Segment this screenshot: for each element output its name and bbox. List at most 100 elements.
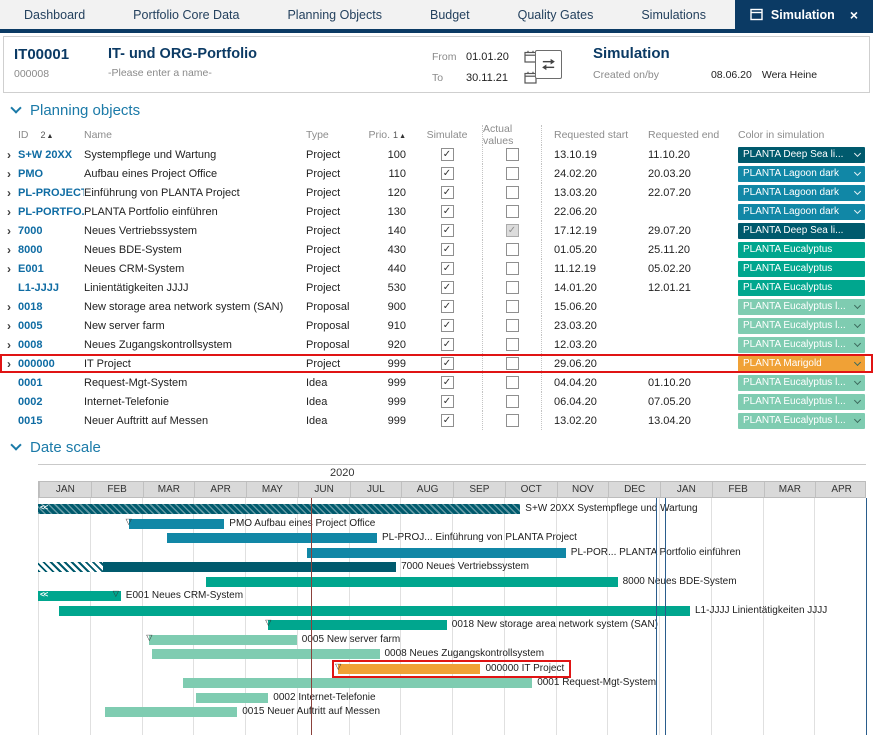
simulate-checkbox[interactable]: ✓ — [441, 319, 454, 332]
gantt-bar[interactable] — [196, 693, 269, 703]
color-in-simulation-dropdown[interactable]: PLANTA Eucalyptus l... — [738, 299, 865, 315]
simulate-checkbox[interactable]: ✓ — [441, 243, 454, 256]
actual-values-checkbox[interactable] — [506, 300, 519, 313]
col-header-actual-values[interactable]: Actual values — [482, 125, 542, 145]
tab-dashboard[interactable]: Dashboard — [0, 0, 109, 29]
gantt-bar[interactable] — [268, 620, 447, 630]
table-row[interactable]: L1-JJJJLinientätigkeiten JJJJProject530✓… — [0, 278, 873, 297]
gantt-bar[interactable] — [206, 577, 617, 587]
actual-values-checkbox[interactable] — [506, 414, 519, 427]
expand-arrow-icon[interactable]: › — [0, 167, 18, 181]
table-row[interactable]: 0015Neuer Auftritt auf MessenIdea999✓13.… — [0, 411, 873, 430]
col-header-type[interactable]: Type — [306, 129, 370, 141]
gantt-bar[interactable] — [103, 562, 396, 572]
tab-budget[interactable]: Budget — [406, 0, 494, 29]
actual-values-checkbox[interactable] — [506, 148, 519, 161]
actual-values-checkbox[interactable] — [506, 319, 519, 332]
close-icon[interactable]: × — [850, 7, 858, 23]
col-header-requested-start[interactable]: Requested start — [542, 129, 646, 141]
gantt-bar[interactable] — [152, 649, 380, 659]
simulate-checkbox[interactable]: ✓ — [441, 395, 454, 408]
refresh-button[interactable] — [535, 50, 562, 79]
color-in-simulation-dropdown[interactable]: PLANTA Lagoon dark — [738, 204, 865, 220]
table-row[interactable]: ›8000Neues BDE-SystemProject430✓01.05.20… — [0, 240, 873, 259]
color-in-simulation-dropdown[interactable]: PLANTA Eucalyptus — [738, 280, 865, 296]
table-row[interactable]: ›PL-PROJECTEinführung von PLANTA Project… — [0, 183, 873, 202]
from-date-field[interactable]: 01.01.20 — [466, 51, 518, 63]
gantt-bar[interactable] — [167, 533, 377, 543]
expand-arrow-icon[interactable]: › — [0, 300, 18, 314]
expand-arrow-icon[interactable]: › — [0, 243, 18, 257]
actual-values-checkbox[interactable] — [506, 186, 519, 199]
gantt-bar-actual-segment[interactable] — [38, 562, 103, 572]
actual-values-checkbox[interactable] — [506, 395, 519, 408]
color-in-simulation-dropdown[interactable]: PLANTA Eucalyptus l... — [738, 375, 865, 391]
expand-arrow-icon[interactable]: › — [0, 357, 18, 371]
table-row[interactable]: ›7000Neues VertriebssystemProject140✓✓17… — [0, 221, 873, 240]
color-in-simulation-dropdown[interactable]: PLANTA Deep Sea li... — [738, 147, 865, 163]
gantt-bar[interactable] — [105, 707, 237, 717]
gantt-bar[interactable] — [38, 591, 121, 601]
table-row[interactable]: ›PL-PORTFO...PLANTA Portfolio einführenP… — [0, 202, 873, 221]
simulate-checkbox[interactable]: ✓ — [441, 300, 454, 313]
tab-portfolio-core-data[interactable]: Portfolio Core Data — [109, 0, 263, 29]
actual-values-checkbox[interactable]: ✓ — [506, 224, 519, 237]
gantt-bar[interactable] — [183, 678, 532, 688]
gantt-bar[interactable] — [307, 548, 566, 558]
table-row[interactable]: ›0008Neues ZugangskontrollsystemProposal… — [0, 335, 873, 354]
simulate-checkbox[interactable]: ✓ — [441, 338, 454, 351]
expand-arrow-icon[interactable]: › — [0, 338, 18, 352]
expand-arrow-icon[interactable]: › — [0, 205, 18, 219]
table-row[interactable]: ›0005New server farmProposal910✓23.03.20… — [0, 316, 873, 335]
actual-values-checkbox[interactable] — [506, 205, 519, 218]
color-in-simulation-dropdown[interactable]: PLANTA Eucalyptus — [738, 242, 865, 258]
table-row[interactable]: ›0018New storage area network system (SA… — [0, 297, 873, 316]
simulate-checkbox[interactable]: ✓ — [441, 224, 454, 237]
tab-planning-objects[interactable]: Planning Objects — [263, 0, 406, 29]
simulate-checkbox[interactable]: ✓ — [441, 357, 454, 370]
table-row[interactable]: ›E001Neues CRM-SystemProject440✓11.12.19… — [0, 259, 873, 278]
col-header-color[interactable]: Color in simulation — [734, 129, 873, 141]
col-header-simulate[interactable]: Simulate — [412, 125, 482, 145]
expand-arrow-icon[interactable]: › — [0, 319, 18, 333]
simulate-checkbox[interactable]: ✓ — [441, 205, 454, 218]
simulate-checkbox[interactable]: ✓ — [441, 186, 454, 199]
actual-values-checkbox[interactable] — [506, 357, 519, 370]
table-row[interactable]: ›S+W 20XXSystempflege und WartungProject… — [0, 145, 873, 164]
tab-quality-gates[interactable]: Quality Gates — [494, 0, 618, 29]
simulate-checkbox[interactable]: ✓ — [441, 148, 454, 161]
expand-arrow-icon[interactable]: › — [0, 224, 18, 238]
actual-values-checkbox[interactable] — [506, 281, 519, 294]
col-header-prio[interactable]: Prio.1▲ — [370, 129, 412, 141]
color-in-simulation-dropdown[interactable]: PLANTA Deep Sea li... — [738, 223, 865, 239]
color-in-simulation-dropdown[interactable]: PLANTA Lagoon dark — [738, 185, 865, 201]
gantt-bar[interactable] — [59, 606, 690, 616]
table-row[interactable]: ›000000IT ProjectProject999✓29.06.20PLAN… — [0, 354, 873, 373]
actual-values-checkbox[interactable] — [506, 243, 519, 256]
expand-arrow-icon[interactable]: › — [0, 148, 18, 162]
color-in-simulation-dropdown[interactable]: PLANTA Eucalyptus — [738, 261, 865, 277]
table-row[interactable]: 0002Internet-TelefonieIdea999✓06.04.2007… — [0, 392, 873, 411]
color-in-simulation-dropdown[interactable]: PLANTA Marigold — [738, 356, 865, 372]
actual-values-checkbox[interactable] — [506, 338, 519, 351]
color-in-simulation-dropdown[interactable]: PLANTA Eucalyptus l... — [738, 337, 865, 353]
to-date-field[interactable]: 30.11.21 — [466, 72, 518, 84]
col-header-id[interactable]: ID2▲ — [18, 129, 84, 141]
color-in-simulation-dropdown[interactable]: PLANTA Eucalyptus l... — [738, 413, 865, 429]
planning-objects-section-header[interactable]: Planning objects — [0, 93, 873, 125]
date-scale-section-header[interactable]: Date scale — [0, 430, 873, 462]
expand-arrow-icon[interactable]: › — [0, 186, 18, 200]
gantt-bar[interactable] — [149, 635, 297, 645]
color-in-simulation-dropdown[interactable]: PLANTA Eucalyptus l... — [738, 394, 865, 410]
actual-values-checkbox[interactable] — [506, 262, 519, 275]
simulate-checkbox[interactable]: ✓ — [441, 262, 454, 275]
color-in-simulation-dropdown[interactable]: PLANTA Eucalyptus l... — [738, 318, 865, 334]
gantt-bar[interactable] — [38, 504, 520, 514]
col-header-requested-end[interactable]: Requested end — [646, 129, 734, 141]
table-row[interactable]: 0001Request-Mgt-SystemIdea999✓04.04.2001… — [0, 373, 873, 392]
color-in-simulation-dropdown[interactable]: PLANTA Lagoon dark — [738, 166, 865, 182]
tab-simulation-active[interactable]: Simulation × — [735, 0, 873, 29]
table-row[interactable]: ›PMOAufbau eines Project OfficeProject11… — [0, 164, 873, 183]
gantt-bar[interactable] — [129, 519, 225, 529]
actual-values-checkbox[interactable] — [506, 376, 519, 389]
